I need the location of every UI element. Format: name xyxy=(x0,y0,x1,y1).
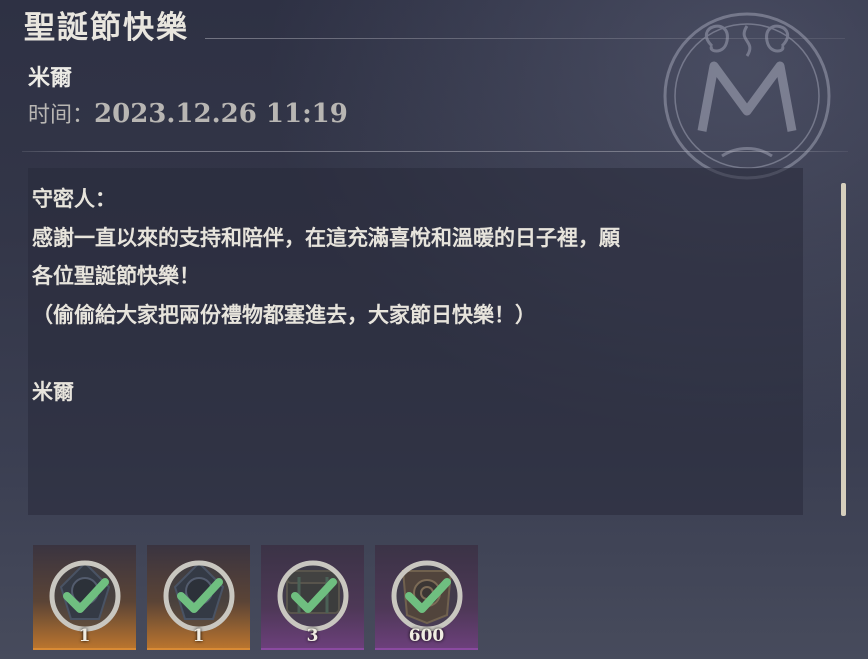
attachment-item[interactable]: 1 xyxy=(33,545,136,650)
mail-time: 时间：2023.12.26 11:19 xyxy=(28,97,348,129)
claimed-check-icon xyxy=(163,560,235,632)
body-line: 守密人： xyxy=(32,186,116,211)
mail-sender: 米爾 xyxy=(28,65,73,91)
attachment-count: 1 xyxy=(78,626,91,646)
claimed-check-icon xyxy=(391,560,463,632)
attachment-count: 600 xyxy=(408,626,445,646)
body-scrollbar[interactable] xyxy=(841,183,846,516)
attachment-item[interactable]: 1 xyxy=(147,545,250,650)
header-divider xyxy=(22,151,848,152)
body-line xyxy=(32,334,792,373)
claimed-check-icon xyxy=(49,560,121,632)
mail-body: 守密人： 感謝一直以來的支持和陪伴，在這充滿喜悅和溫暖的日子裡，願 各位聖誕節快… xyxy=(32,180,792,411)
body-line: 感謝一直以來的支持和陪伴，在這充滿喜悅和溫暖的日子裡，願 xyxy=(32,224,620,250)
attachment-item[interactable]: 600 xyxy=(375,545,478,650)
attachment-count: 1 xyxy=(192,626,205,646)
time-value: 2023.12.26 11:19 xyxy=(94,99,348,129)
body-line: 各位聖誕節快樂！ xyxy=(32,263,200,288)
attachment-count: 3 xyxy=(306,626,319,646)
body-line: 米爾 xyxy=(32,378,74,404)
body-line: （偷偷給大家把兩份禮物都塞進去，大家節日快樂！） xyxy=(32,301,536,327)
claimed-check-icon xyxy=(277,560,349,632)
attachment-item[interactable]: 3 xyxy=(261,545,364,650)
m-monogram-seal-icon xyxy=(663,12,831,180)
mail-title: 聖誕節快樂 xyxy=(24,10,189,46)
time-label: 时间： xyxy=(28,103,95,128)
title-divider xyxy=(205,38,845,39)
